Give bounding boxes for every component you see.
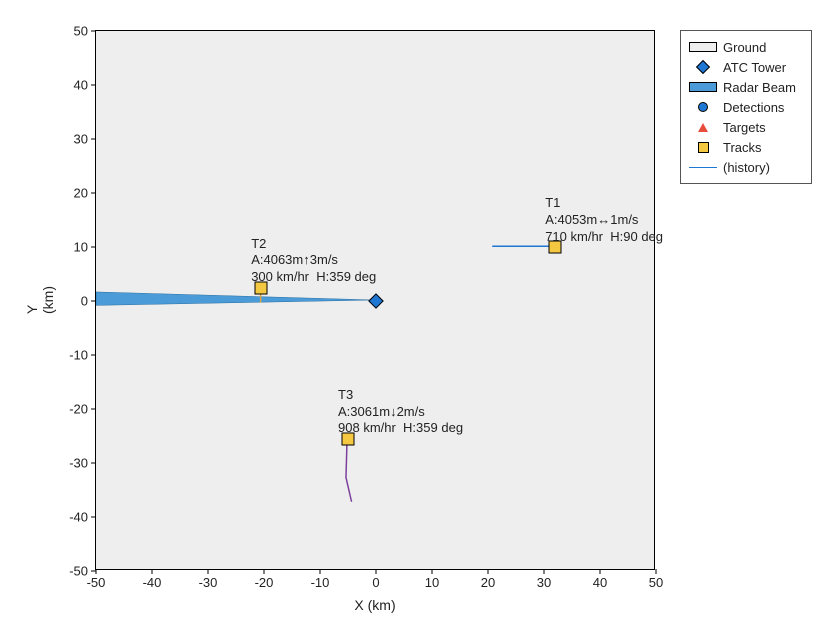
- legend-label: Ground: [723, 40, 766, 55]
- legend-swatch: [689, 100, 717, 114]
- y-tick-mark: [91, 31, 96, 32]
- legend-swatch: [689, 60, 717, 74]
- track-alt-line-t2: A:4063m↑3m/s: [251, 252, 376, 269]
- y-tick-mark: [91, 517, 96, 518]
- track-speed-line-t1: 710 km/hr H:90 deg: [545, 229, 663, 246]
- y-tick-mark: [91, 409, 96, 410]
- x-tick-label: 20: [481, 575, 495, 590]
- legend-label: ATC Tower: [723, 60, 786, 75]
- y-tick-label: 0: [81, 294, 88, 309]
- x-tick-mark: [544, 569, 545, 574]
- legend-label: Detections: [723, 100, 784, 115]
- legend-swatch: [689, 140, 717, 154]
- track-alt-line-t3: A:3061m↓2m/s: [338, 404, 463, 421]
- track-id-t1: T1: [545, 195, 663, 212]
- y-tick-label: 50: [74, 24, 88, 39]
- y-tick-label: -40: [69, 510, 88, 525]
- square-icon: [698, 142, 709, 153]
- y-tick-label: 10: [74, 240, 88, 255]
- legend-swatch: [689, 40, 717, 54]
- y-tick-label: -50: [69, 564, 88, 579]
- x-tick-mark: [152, 569, 153, 574]
- legend-swatch: [689, 160, 717, 174]
- track-annotation-t3: T3 A:3061m↓2m/s 908 km/hr H:359 deg: [338, 387, 463, 438]
- legend-item: (history): [689, 157, 803, 177]
- x-tick-label: -50: [87, 575, 106, 590]
- track-alt-line-t1: A:4053m↔1m/s: [545, 212, 663, 229]
- legend-label: Tracks: [723, 140, 762, 155]
- legend-label: Targets: [723, 120, 766, 135]
- y-tick-mark: [91, 139, 96, 140]
- track-annotation-t2: T2 A:4063m↑3m/s 300 km/hr H:359 deg: [251, 236, 376, 287]
- x-axis-label: X (km): [354, 597, 395, 613]
- y-axis-label: Y (km): [24, 286, 56, 314]
- legend-label: Radar Beam: [723, 80, 796, 95]
- figure: T1 A:4053m↔1m/s 710 km/hr H:90 deg T2 A:…: [0, 0, 840, 630]
- x-tick-mark: [600, 569, 601, 574]
- y-tick-mark: [91, 247, 96, 248]
- track-id-t3: T3: [338, 387, 463, 404]
- x-tick-mark: [208, 569, 209, 574]
- track-annotation-t1: T1 A:4053m↔1m/s 710 km/hr H:90 deg: [545, 195, 663, 246]
- legend-item: Tracks: [689, 137, 803, 157]
- axes: T1 A:4053m↔1m/s 710 km/hr H:90 deg T2 A:…: [95, 30, 655, 570]
- y-tick-label: 40: [74, 78, 88, 93]
- x-tick-label: 0: [372, 575, 379, 590]
- x-tick-label: 50: [649, 575, 663, 590]
- x-tick-mark: [656, 569, 657, 574]
- x-tick-label: -30: [199, 575, 218, 590]
- legend-item: Detections: [689, 97, 803, 117]
- legend-swatch: [689, 80, 717, 94]
- y-tick-mark: [91, 301, 96, 302]
- y-tick-label: -20: [69, 402, 88, 417]
- x-tick-label: 40: [593, 575, 607, 590]
- legend-item: ATC Tower: [689, 57, 803, 77]
- y-tick-mark: [91, 571, 96, 572]
- x-tick-mark: [488, 569, 489, 574]
- track-id-t2: T2: [251, 236, 376, 253]
- y-tick-label: 20: [74, 186, 88, 201]
- diamond-icon: [696, 60, 710, 74]
- legend: Ground ATC Tower Radar Beam Detections Targe…: [680, 30, 812, 184]
- legend-item: Targets: [689, 117, 803, 137]
- legend-swatch: [689, 120, 717, 134]
- circle-icon: [698, 102, 708, 112]
- x-tick-mark: [320, 569, 321, 574]
- y-tick-mark: [91, 193, 96, 194]
- line-icon: [689, 167, 717, 168]
- x-tick-label: -10: [311, 575, 330, 590]
- track-speed-line-t3: 908 km/hr H:359 deg: [338, 420, 463, 437]
- x-tick-label: -20: [255, 575, 274, 590]
- y-tick-label: -30: [69, 456, 88, 471]
- x-tick-mark: [264, 569, 265, 574]
- atc-tower-marker: [368, 293, 384, 309]
- legend-label: (history): [723, 160, 770, 175]
- track-speed-line-t2: 300 km/hr H:359 deg: [251, 269, 376, 286]
- plot-area: T1 A:4053m↔1m/s 710 km/hr H:90 deg T2 A:…: [96, 31, 654, 569]
- x-tick-mark: [376, 569, 377, 574]
- y-tick-label: 30: [74, 132, 88, 147]
- y-tick-label: -10: [69, 348, 88, 363]
- x-tick-mark: [432, 569, 433, 574]
- legend-item: Ground: [689, 37, 803, 57]
- triangle-icon: [698, 123, 708, 132]
- legend-item: Radar Beam: [689, 77, 803, 97]
- x-tick-label: -40: [143, 575, 162, 590]
- x-tick-label: 10: [425, 575, 439, 590]
- y-tick-mark: [91, 463, 96, 464]
- x-tick-label: 30: [537, 575, 551, 590]
- y-tick-mark: [91, 355, 96, 356]
- y-tick-mark: [91, 85, 96, 86]
